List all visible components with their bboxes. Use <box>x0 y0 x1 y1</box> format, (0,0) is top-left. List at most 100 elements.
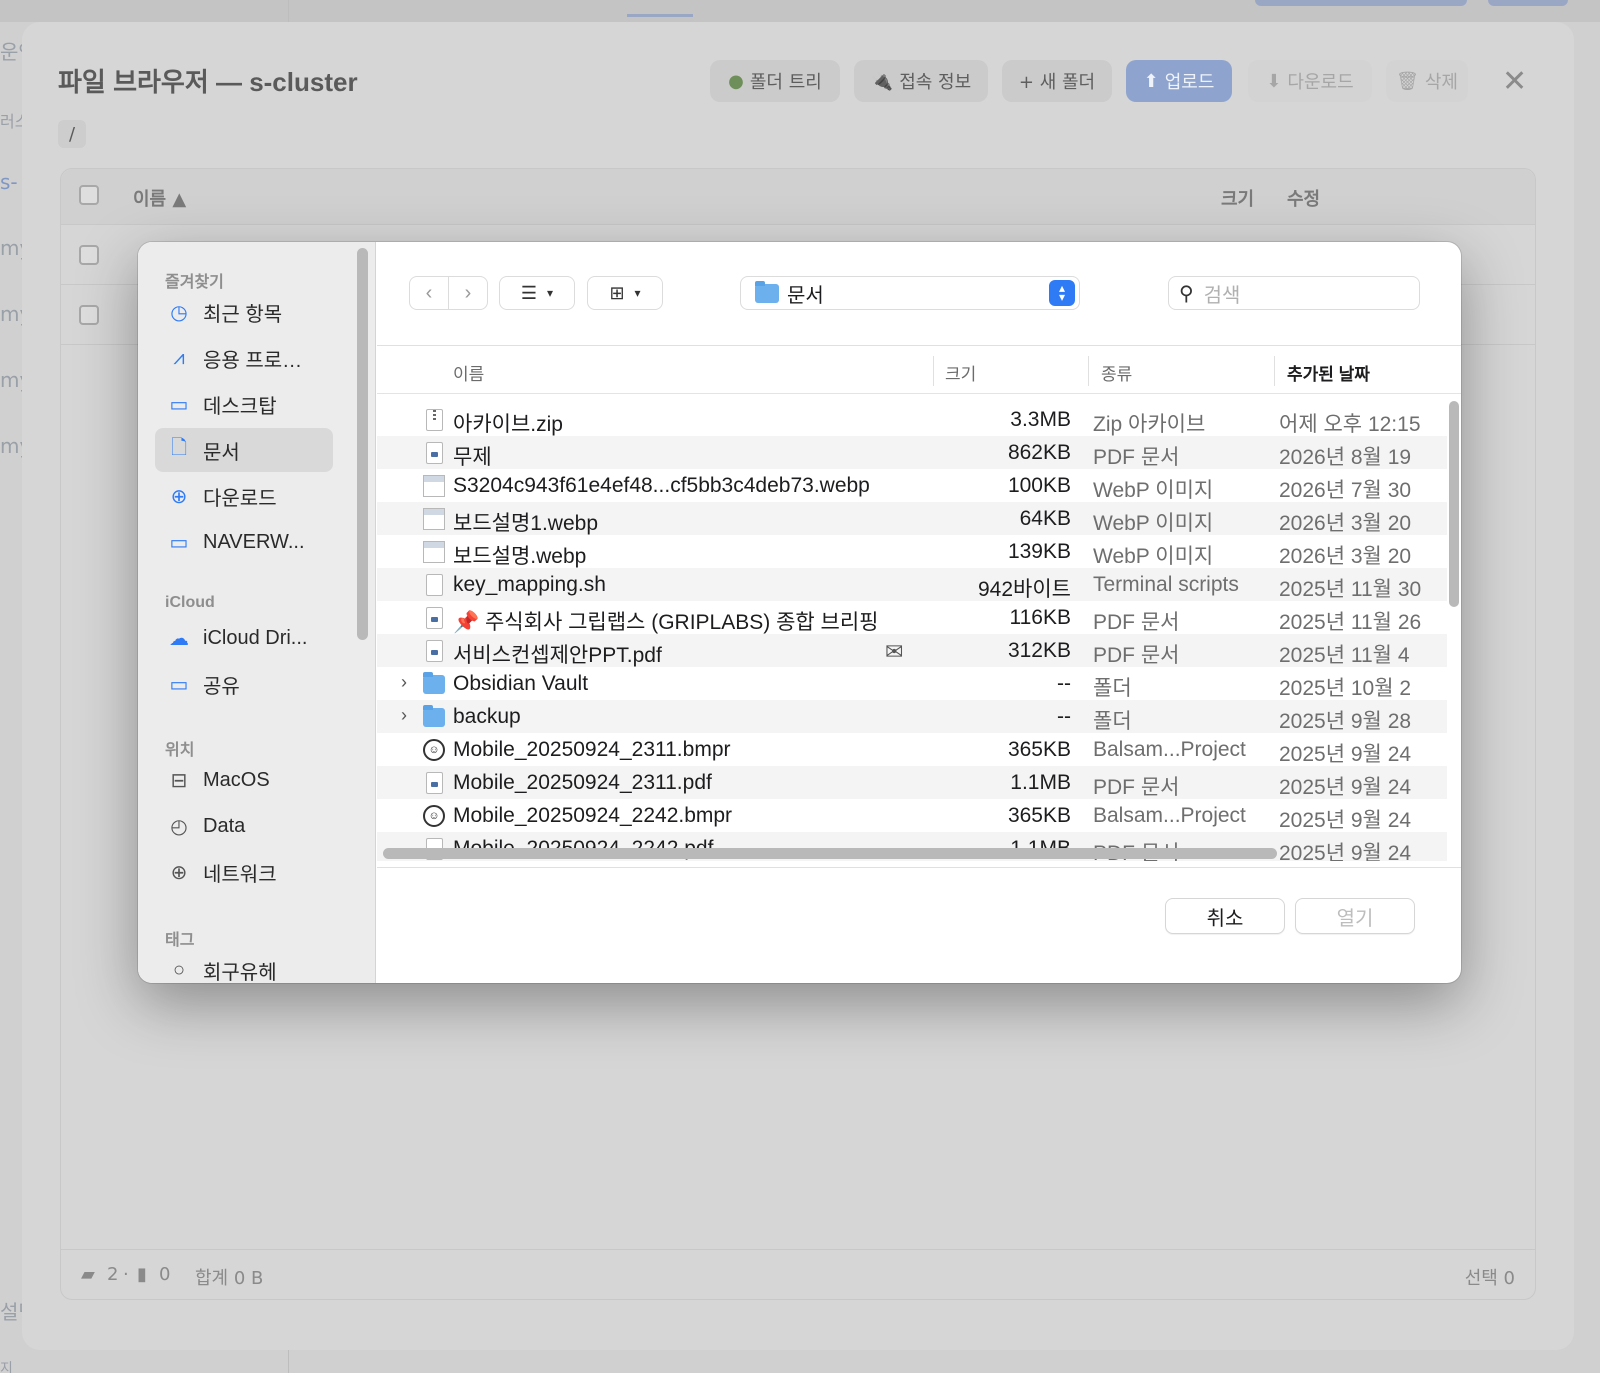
back-button[interactable]: ‹ <box>410 277 448 309</box>
row-checkbox[interactable] <box>79 245 99 265</box>
sidebar-item-applications[interactable]: ⩘ 응용 프로… <box>155 336 333 380</box>
new-folder-button[interactable]: + 새 폴더 <box>1002 60 1112 102</box>
search-input[interactable]: ⚲ 검색 <box>1168 276 1420 310</box>
cancel-button[interactable]: 취소 <box>1165 898 1285 934</box>
select-all-checkbox[interactable] <box>79 185 99 205</box>
document-icon: 🗋 <box>170 437 188 459</box>
column-divider[interactable] <box>933 356 934 386</box>
upload-button[interactable]: ⬆ 업로드 <box>1126 60 1232 102</box>
sidebar-item-documents[interactable]: 🗋 문서 <box>155 428 333 472</box>
horizontal-scrollbar[interactable] <box>383 848 1277 859</box>
list-view-button[interactable]: ☰ ▾ <box>499 276 575 310</box>
file-kind: PDF 문서 <box>1093 644 1180 667</box>
pdf-file-icon <box>423 639 445 663</box>
forward-button[interactable]: › <box>449 277 487 309</box>
column-header-size[interactable]: 크기 <box>945 360 976 385</box>
delete-button[interactable]: 🗑 삭제 <box>1386 60 1468 102</box>
image-file-icon-shape <box>423 508 445 530</box>
list-item[interactable]: 📌 주식회사 그립랩스 (GRIPLABS) 종합 브리핑 116KB PDF 문서… <box>377 601 1447 634</box>
clock-icon: ◷ <box>170 301 188 324</box>
selection-count: 선택 0 <box>1464 1268 1515 1289</box>
close-icon[interactable]: ✕ <box>1502 64 1527 99</box>
pdf-file-icon <box>423 771 445 795</box>
list-item[interactable]: Mobile_20250924_2311.pdf 1.1MB PDF 문서 2025년… <box>377 766 1447 799</box>
list-item[interactable]: 보드설명1.webp 64KB WebP 이미지 2026년 3월 20 <box>377 502 1447 535</box>
file-size: 100KB <box>1007 474 1071 497</box>
list-item[interactable]: 무제 862KB PDF 문서 2026년 8월 19 <box>377 436 1447 469</box>
scrollbar-thumb[interactable] <box>1449 401 1459 607</box>
column-header-date-added[interactable]: 추가된 날짜 <box>1287 360 1370 385</box>
column-divider[interactable] <box>1088 356 1089 386</box>
sidebar-item-data[interactable]: ◴ Data <box>155 804 333 848</box>
folder-small-icon: ▰ <box>81 1264 95 1285</box>
list-item[interactable]: › backup -- 폴더 2025년 9월 28 <box>377 700 1447 733</box>
sidebar-item-label: 응용 프로… <box>203 349 303 372</box>
folder-icon <box>755 280 779 303</box>
sidebar-item-macos[interactable]: ⊟ MacOS <box>155 758 333 802</box>
chevron-down-icon: ▾ <box>547 286 554 300</box>
sidebar-item-network[interactable]: ⊕ 네트워크 <box>155 850 333 894</box>
open-button[interactable]: 열기 <box>1295 898 1415 934</box>
group-view-button[interactable]: ⊞ ▾ <box>587 276 663 310</box>
disclosure-chevron-icon[interactable]: › <box>401 705 407 726</box>
location-select[interactable]: 문서 ▴ ▾ <box>740 276 1080 310</box>
image-file-icon <box>423 540 445 564</box>
disclosure-chevron-icon[interactable]: › <box>401 672 407 693</box>
file-name: Mobile_20250924_2242.bmpr <box>453 804 733 827</box>
background-divider <box>288 0 289 22</box>
background-tab-indicator <box>627 14 693 17</box>
file-name: Mobile_20250924_2311.pdf <box>453 771 712 794</box>
connection-info-label: 접속 정보 <box>899 72 972 93</box>
file-date-added: 2025년 10월 2 <box>1279 677 1412 700</box>
vertical-scrollbar[interactable] <box>1449 395 1459 861</box>
file-kind: PDF 문서 <box>1093 611 1180 634</box>
sidebar-item-shared[interactable]: ▭ 공유 <box>155 662 333 706</box>
image-file-icon <box>423 474 445 498</box>
column-header-name[interactable]: 이름 ▲ <box>133 185 186 211</box>
sidebar-item-naverworks[interactable]: ▭ NAVERW... <box>155 520 333 564</box>
sidebar-item-tag[interactable]: ○ 회구유헤 <box>155 948 333 984</box>
file-date-added: 2025년 11월 30 <box>1279 578 1422 601</box>
time-machine-icon: ◴ <box>170 815 188 838</box>
sidebar-item-label: NAVERW... <box>203 530 305 553</box>
sidebar-scrollbar[interactable] <box>357 248 368 640</box>
file-kind: WebP 이미지 <box>1093 512 1214 535</box>
folder-icon <box>423 704 445 729</box>
folder-tree-button[interactable]: ● 폴더 트리 <box>710 60 840 102</box>
file-icon <box>423 573 445 597</box>
column-header-size[interactable]: 크기 <box>1221 185 1254 211</box>
sidebar-item-recents[interactable]: ◷ 최근 항목 <box>155 290 333 334</box>
file-size: 365KB <box>1007 738 1071 761</box>
sidebar-item-icloud-drive[interactable]: ☁ iCloud Dri... <box>155 616 333 660</box>
shared-folder-icon: ▭ <box>169 673 189 696</box>
breadcrumb[interactable]: / <box>58 120 86 148</box>
list-item[interactable]: 서비스컨셉제안PPT.pdf 312KB PDF 문서 2025년 11월 4 ✉ <box>377 634 1447 667</box>
background-sidebar-text: 지 <box>0 1361 13 1373</box>
column-header-name[interactable]: 이름 <box>453 360 484 385</box>
file-size: 116KB <box>1009 606 1072 629</box>
navigation-buttons: ‹ › <box>409 276 488 310</box>
connection-info-button[interactable]: 🔌 접속 정보 <box>854 60 988 102</box>
list-item[interactable]: 아카이브.zip 3.3MB Zip 아카이브 어제 오후 12:15 <box>377 403 1447 436</box>
sidebar-item-label: 네트워크 <box>203 863 277 886</box>
column-divider[interactable] <box>1274 356 1275 386</box>
list-item[interactable]: › Obsidian Vault -- 폴더 2025년 10월 2 <box>377 667 1447 700</box>
file-kind: PDF 문서 <box>1093 776 1180 799</box>
sidebar-item-downloads[interactable]: ⊕ 다운로드 <box>155 474 333 518</box>
folder-count: 2 <box>107 1264 119 1285</box>
list-item[interactable]: S3204c943f61e4ef48...cf5bb3c4deb73.webp 1… <box>377 469 1447 502</box>
file-name: backup <box>453 705 521 728</box>
sidebar-item-desktop[interactable]: ▭ 데스크탑 <box>155 382 333 426</box>
list-item[interactable]: ☺ Mobile_20250924_2242.bmpr 365KB Balsam...… <box>377 799 1447 832</box>
dialog-footer: 취소 열기 <box>377 867 1461 983</box>
column-header-modified[interactable]: 수정 <box>1287 185 1320 211</box>
file-small-icon: ▮ <box>137 1264 147 1285</box>
column-header-kind[interactable]: 종류 <box>1101 360 1132 385</box>
file-kind: Terminal scripts <box>1093 573 1239 596</box>
balsamiq-file-icon: ☺ <box>423 738 445 762</box>
row-checkbox[interactable] <box>79 305 99 325</box>
list-item[interactable]: ☺ Mobile_20250924_2311.bmpr 365KB Balsam...… <box>377 733 1447 766</box>
download-button[interactable]: ⬇ 다운로드 <box>1248 60 1372 102</box>
list-item[interactable]: 보드설명.webp 139KB WebP 이미지 2026년 3월 20 <box>377 535 1447 568</box>
list-item[interactable]: key_mapping.sh 942바이트 Terminal scripts 2025… <box>377 568 1447 601</box>
